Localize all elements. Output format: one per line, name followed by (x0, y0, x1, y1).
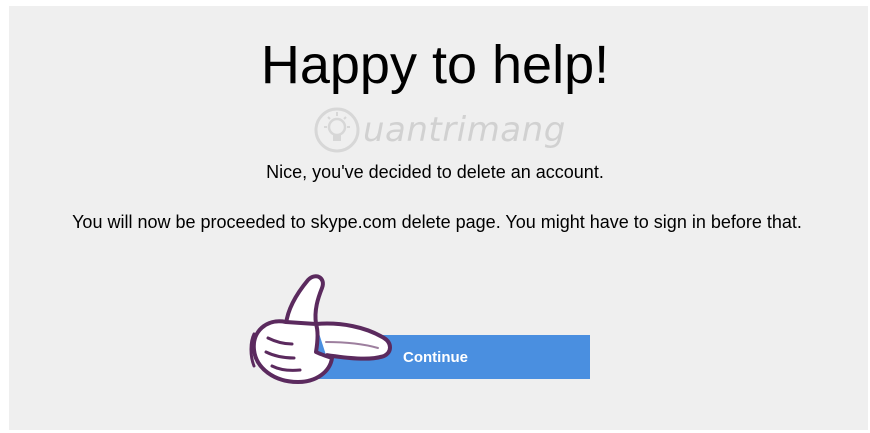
redirect-message: You will now be proceeded to skype.com d… (72, 212, 802, 232)
lightbulb-icon (314, 107, 360, 153)
watermark: uantrimang (313, 102, 603, 158)
watermark-text: uantrimang (363, 110, 566, 150)
pointing-hand-icon (249, 274, 392, 384)
confirmation-message: Nice, you've decided to delete an accoun… (266, 162, 604, 182)
page-title: Happy to help! (260, 35, 610, 95)
